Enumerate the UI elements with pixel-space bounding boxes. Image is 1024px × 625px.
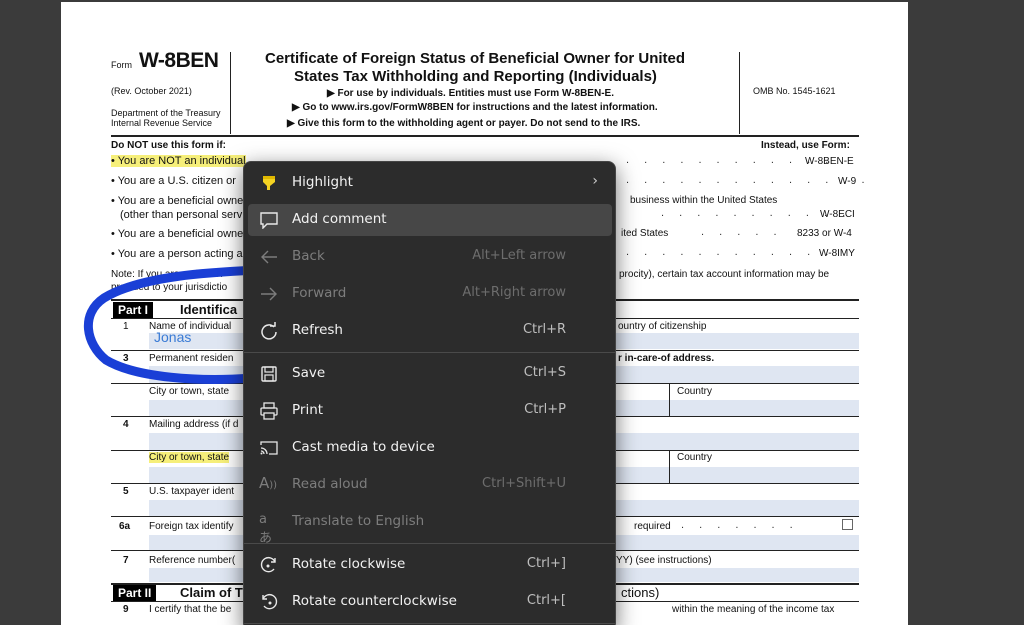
menu-item-rotate-clockwise[interactable]: Rotate clockwise Ctrl+] bbox=[248, 549, 612, 581]
menu-item-shortcut: Ctrl+S bbox=[523, 365, 566, 380]
rotate-clockwise-icon bbox=[259, 556, 279, 574]
refresh-icon bbox=[259, 322, 279, 340]
menu-item-refresh[interactable]: Refresh Ctrl+R bbox=[248, 315, 612, 347]
menu-item-label: Back bbox=[292, 248, 325, 264]
menu-separator bbox=[244, 352, 615, 353]
menu-item-label: Save bbox=[292, 365, 326, 381]
menu-separator bbox=[244, 543, 615, 544]
menu-item-shortcut: Ctrl+Shift+U bbox=[482, 476, 566, 491]
menu-item-add-comment[interactable]: Add comment bbox=[248, 204, 612, 236]
menu-item-translate[interactable]: aあ Translate to English bbox=[248, 506, 612, 546]
menu-separator bbox=[244, 623, 615, 624]
forward-arrow-icon bbox=[259, 285, 279, 303]
menu-item-shortcut: Ctrl+] bbox=[526, 556, 566, 571]
print-icon bbox=[259, 402, 279, 420]
menu-item-rotate-counterclockwise[interactable]: Rotate counterclockwise Ctrl+[ bbox=[248, 586, 612, 618]
chevron-right-icon: › bbox=[592, 173, 598, 189]
comment-icon bbox=[259, 211, 279, 230]
menu-item-forward[interactable]: Forward Alt+Right arrow bbox=[248, 278, 612, 310]
menu-item-cast-media[interactable]: Cast media to device bbox=[248, 432, 612, 464]
menu-item-label: Forward bbox=[292, 285, 347, 301]
back-arrow-icon bbox=[259, 248, 279, 266]
menu-item-shortcut: Alt+Left arrow bbox=[472, 248, 566, 263]
menu-item-label: Highlight bbox=[292, 174, 353, 190]
menu-item-label: Cast media to device bbox=[292, 439, 435, 455]
menu-item-shortcut: Alt+Right arrow bbox=[462, 285, 566, 300]
highlighter-icon bbox=[259, 174, 279, 192]
menu-item-label: Add comment bbox=[292, 211, 387, 227]
menu-item-save[interactable]: Save Ctrl+S bbox=[248, 358, 612, 390]
save-icon bbox=[259, 365, 279, 383]
read-aloud-icon: A)) bbox=[259, 474, 278, 492]
menu-item-label: Refresh bbox=[292, 322, 343, 338]
menu-item-read-aloud[interactable]: A)) Read aloud Ctrl+Shift+U bbox=[248, 469, 612, 501]
menu-item-shortcut: Ctrl+R bbox=[522, 322, 566, 337]
menu-item-label: Read aloud bbox=[292, 476, 368, 492]
menu-item-shortcut: Ctrl+P bbox=[524, 402, 566, 417]
menu-item-label: Print bbox=[292, 402, 324, 418]
context-menu: Highlight › Add comment Back Alt+Left ar… bbox=[243, 161, 616, 625]
translate-icon: aあ bbox=[259, 512, 273, 546]
rotate-counterclockwise-icon bbox=[259, 593, 279, 611]
menu-item-label: Rotate clockwise bbox=[292, 556, 406, 572]
menu-item-back[interactable]: Back Alt+Left arrow bbox=[248, 241, 612, 273]
menu-item-print[interactable]: Print Ctrl+P bbox=[248, 395, 612, 427]
menu-item-label: Translate to English bbox=[292, 513, 425, 529]
cast-icon bbox=[259, 439, 279, 457]
menu-item-highlight[interactable]: Highlight › bbox=[248, 167, 612, 199]
menu-item-label: Rotate counterclockwise bbox=[292, 593, 457, 609]
menu-item-shortcut: Ctrl+[ bbox=[526, 593, 566, 608]
